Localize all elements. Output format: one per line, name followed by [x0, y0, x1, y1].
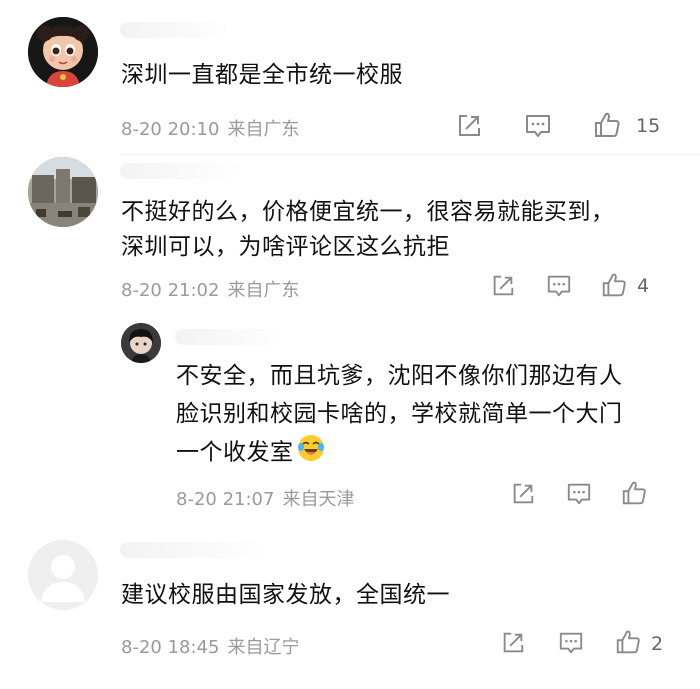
laughing-crying-emoji-icon	[296, 433, 326, 473]
username-blurred[interactable]	[120, 22, 230, 38]
reply-item: 不安全，而且坑爹，沈阳不像你们那边有人 脸识别和校园卡啥的，学校就简单一个大门 …	[0, 315, 700, 525]
username-blurred[interactable]	[120, 163, 240, 179]
like-icon[interactable]	[614, 628, 642, 656]
anime-boy-avatar[interactable]	[121, 323, 161, 363]
reply-text-line-2: 脸识别和校园卡啥的，学校就简单一个大门	[176, 401, 623, 427]
reply-text-line-3-content: 一个收发室	[176, 439, 294, 466]
share-icon[interactable]	[510, 481, 536, 507]
comment-item: 深圳一直都是全市统一校服 8-20 20:10 来自广东 15	[0, 0, 700, 160]
username-blurred[interactable]	[120, 542, 270, 558]
comment-text: 深圳一直都是全市统一校服	[121, 62, 403, 88]
reply-icon[interactable]	[557, 630, 585, 656]
reply-icon[interactable]	[565, 481, 593, 507]
comment-text-line-1: 不挺好的么，价格便宜统一，很容易就能买到，	[121, 199, 615, 225]
share-icon[interactable]	[500, 630, 526, 656]
share-icon[interactable]	[455, 112, 483, 140]
comment-location: 来自辽宁	[227, 637, 300, 658]
reply-icon[interactable]	[523, 112, 553, 140]
photo-avatar[interactable]	[28, 157, 98, 227]
default-user-avatar[interactable]	[28, 540, 98, 610]
comment-text-line-2: 深圳可以，为啥评论区这么抗拒	[121, 234, 450, 260]
comment-text: 建议校服由国家发放，全国统一	[121, 582, 450, 608]
comment-meta: 8-20 21:02 来自广东	[121, 276, 307, 302]
comment-location: 来自广东	[227, 119, 300, 140]
like-icon[interactable]	[592, 110, 622, 140]
like-count: 4	[637, 275, 650, 297]
like-icon[interactable]	[600, 271, 628, 299]
reply-date: 8-20 21:07	[176, 489, 275, 510]
comment-date: 8-20 20:10	[121, 119, 220, 140]
share-icon[interactable]	[490, 273, 516, 299]
reply-icon[interactable]	[545, 273, 573, 299]
reply-text-line-3: 一个收发室	[176, 433, 326, 473]
comment-item: 不挺好的么，价格便宜统一，很容易就能买到， 深圳可以，为啥评论区这么抗拒 8-2…	[0, 155, 700, 315]
comment-item: 建议校服由国家发放，全国统一 8-20 18:45 来自辽宁 2	[0, 530, 700, 689]
like-count: 2	[651, 633, 664, 655]
cartoon-girl-avatar[interactable]	[28, 17, 98, 87]
comment-date: 8-20 21:02	[121, 280, 220, 301]
like-count: 15	[636, 115, 661, 137]
reply-text-line-1: 不安全，而且坑爹，沈阳不像你们那边有人	[176, 363, 623, 389]
comment-meta: 8-20 18:45 来自辽宁	[121, 633, 307, 659]
like-icon[interactable]	[620, 479, 648, 507]
reply-meta: 8-20 21:07 来自天津	[176, 485, 362, 511]
username-blurred[interactable]	[175, 329, 285, 345]
comment-meta: 8-20 20:10 来自广东	[121, 115, 307, 141]
reply-location: 来自天津	[282, 489, 355, 510]
comment-date: 8-20 18:45	[121, 637, 220, 658]
comment-location: 来自广东	[227, 280, 300, 301]
